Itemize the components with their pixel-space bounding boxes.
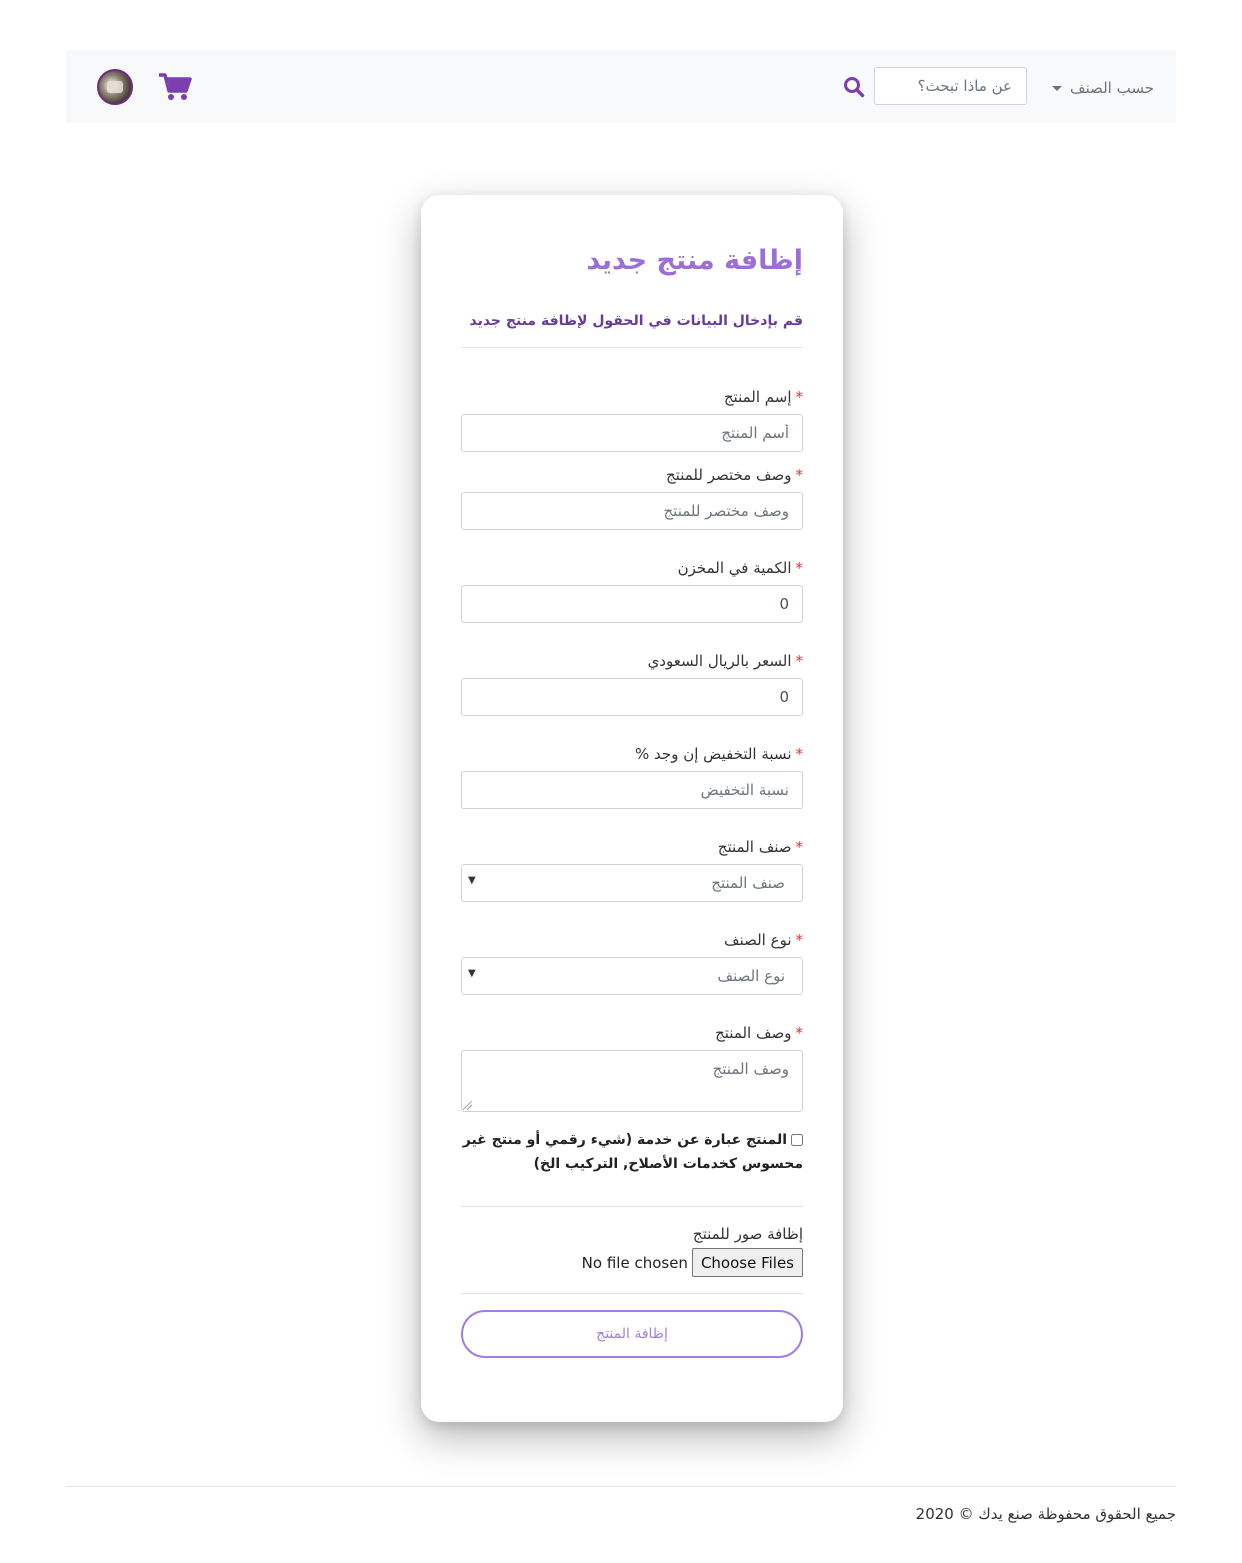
short-description-input[interactable] (461, 492, 803, 530)
service-checkbox[interactable] (791, 1134, 803, 1146)
product-images-label: إظافة صور للمنتج (692, 1225, 803, 1243)
choose-files-button[interactable]: Choose Files (691, 1248, 803, 1277)
search-input[interactable] (874, 67, 1027, 105)
required-marker: * (795, 1024, 804, 1042)
page-subtitle: قم بإدخال البيانات في الحقول لإظافة منتج… (469, 313, 804, 329)
product-images-file-input: No file chosen Choose Files (582, 1248, 803, 1277)
product-name-label-text: إسم المنتج (723, 388, 792, 406)
page-title: إظافة منتج جديد (586, 245, 803, 276)
caret-down-icon (1052, 85, 1063, 91)
required-marker: * (795, 652, 804, 670)
category-type-label-text: نوع الصنف (724, 931, 792, 949)
service-checkbox-row: المنتج عبارة عن خدمة (شيء رقمي أو منتج غ… (461, 1128, 803, 1176)
stock-quantity-label: *الكمية في المخزن (678, 559, 803, 577)
product-name-label: *إسم المنتج (724, 388, 803, 406)
category-type-label: *نوع الصنف (724, 931, 803, 949)
price-input[interactable] (461, 678, 803, 716)
category-filter-label: حسب الصنف (1070, 79, 1154, 97)
required-marker: * (795, 838, 804, 856)
divider (461, 347, 803, 348)
user-avatar[interactable] (97, 69, 133, 105)
required-marker: * (795, 745, 804, 763)
required-marker: * (795, 388, 804, 406)
add-product-card: إظافة منتج جديد قم بإدخال البيانات في ال… (421, 195, 843, 1422)
file-status-text: No file chosen (581, 1253, 688, 1272)
category-label-text: صنف المنتج (717, 838, 792, 856)
dropdown-arrow-icon: ▼ (468, 968, 476, 979)
footer-copyright: جميع الحقوق محفوظة صنع يدك © 2020 (915, 1505, 1176, 1523)
category-type-select[interactable]: نوع الصنف ▼ (461, 957, 803, 995)
discount-label-text: نسبة التخفيض إن وجد % (635, 745, 792, 763)
description-label-text: وصف المنتج (715, 1024, 792, 1042)
discount-input[interactable] (461, 771, 803, 809)
short-description-label-text: وصف مختصر للمنتج (665, 466, 792, 484)
required-marker: * (795, 559, 804, 577)
product-name-input[interactable] (461, 414, 803, 452)
divider (461, 1206, 803, 1207)
divider (461, 1293, 803, 1294)
stock-quantity-input[interactable] (461, 585, 803, 623)
stock-quantity-label-text: الكمية في المخزن (677, 559, 792, 577)
category-select-value: صنف المنتج (711, 874, 785, 892)
discount-label: *نسبة التخفيض إن وجد % (635, 745, 803, 763)
category-select[interactable]: صنف المنتج ▼ (461, 864, 803, 902)
description-textarea[interactable] (461, 1050, 803, 1112)
add-product-submit-button[interactable]: إظافة المنتج (461, 1310, 803, 1358)
description-label: *وصف المنتج (715, 1024, 803, 1042)
category-filter-dropdown[interactable]: حسب الصنف (1044, 76, 1154, 100)
required-marker: * (795, 931, 804, 949)
search-icon[interactable] (843, 76, 865, 98)
shopping-cart-icon[interactable] (158, 72, 192, 102)
footer-divider (66, 1486, 1176, 1487)
category-label: *صنف المنتج (718, 838, 803, 856)
resize-handle-icon[interactable] (463, 1101, 472, 1110)
dropdown-arrow-icon: ▼ (468, 875, 476, 886)
top-navbar: حسب الصنف (66, 50, 1176, 123)
price-label-text: السعر بالريال السعودي (647, 652, 792, 670)
price-label: *السعر بالريال السعودي (648, 652, 803, 670)
service-checkbox-label: المنتج عبارة عن خدمة (شيء رقمي أو منتج غ… (462, 1132, 803, 1172)
required-marker: * (795, 466, 804, 484)
short-description-label: *وصف مختصر للمنتج (666, 466, 803, 484)
category-type-select-value: نوع الصنف (717, 967, 785, 985)
